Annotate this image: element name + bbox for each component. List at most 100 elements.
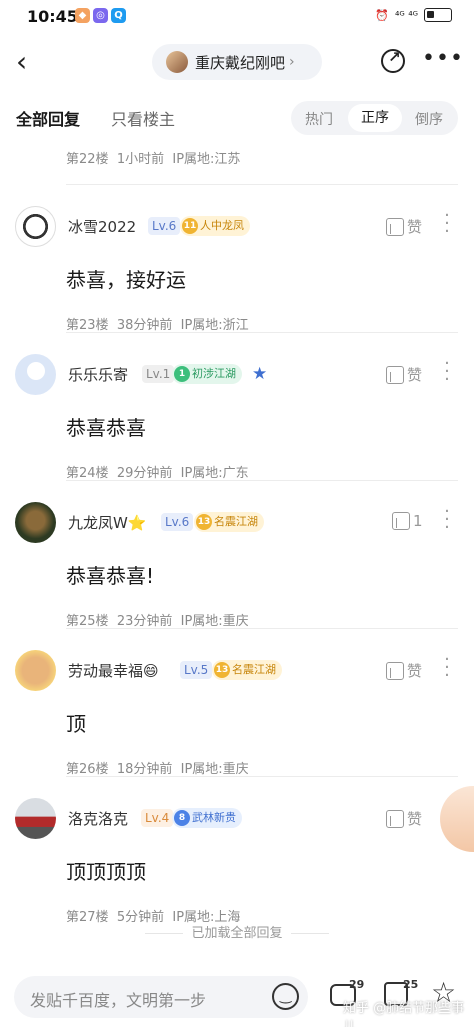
thumb-up-icon (392, 512, 410, 530)
reply-time: 23分钟前 (116, 614, 173, 629)
thumb-up-icon (386, 217, 404, 236)
share-icon[interactable] (381, 48, 405, 73)
medal-icon: ★ (252, 364, 268, 384)
reply-time: 18分钟前 (116, 762, 173, 777)
title-badge: 11 人中龙凤 (180, 216, 250, 236)
username[interactable]: 冰雪2022 (68, 216, 136, 237)
avatar[interactable] (15, 798, 56, 839)
battery-icon (424, 8, 452, 22)
like-count: 25 (403, 978, 419, 991)
app-notification-icon: ◎ (93, 8, 108, 23)
reply-input[interactable]: 发贴千百度，文明第一步 (14, 976, 308, 1018)
tab-owner-only[interactable]: 只看楼主 (111, 106, 175, 130)
signal-icon: ⁴ᴳ ⁴ᴳ (394, 8, 418, 22)
reply-content: 恭喜，接好运 (66, 268, 186, 292)
forum-entry-button[interactable]: 重庆戴纪刚吧 › (152, 44, 322, 80)
reply-item: 洛克洛克 Lv.4 8 武林新贵 赞 顶顶顶顶 第27楼 5分钟前 IP属地:上海 (0, 778, 474, 926)
reply-item: 劳动最幸福😄 Lv.5 13 名震江湖 赞 · · · 顶 第26楼 18分钟前 IP… (0, 630, 474, 778)
like-label: 赞 (407, 218, 423, 236)
thumb-up-icon (386, 661, 404, 680)
kebab-icon[interactable]: · · · (444, 207, 450, 241)
emoji-icon[interactable] (272, 983, 299, 1010)
sort-asc-option[interactable]: 正序 (348, 104, 402, 132)
floor-meta: 第26楼 18分钟前 IP属地:重庆 (66, 758, 249, 777)
ip-location: IP属地:江苏 (172, 152, 241, 167)
ip-location: IP属地:浙江 (180, 318, 249, 333)
like-label: 赞 (407, 810, 423, 828)
comment-count: 29 (349, 978, 365, 991)
username[interactable]: 乐乐乐寄 (68, 364, 128, 385)
floor-number: 第23楼 (66, 318, 109, 333)
level-badge: Lv.6 (161, 513, 194, 531)
level-badge: Lv.4 (141, 809, 174, 827)
badge-text: 名震江湖 (232, 663, 276, 676)
kebab-icon[interactable]: · · · (444, 503, 450, 537)
divider (66, 184, 458, 185)
like-button[interactable]: 赞 (386, 364, 422, 385)
reply-time: 1小时前 (116, 152, 165, 167)
floor-meta: 第23楼 38分钟前 IP属地:浙江 (66, 314, 249, 333)
like-button[interactable]: 1 (392, 512, 423, 530)
username[interactable]: 九龙凤W⭐ (68, 512, 147, 533)
like-button[interactable]: 赞 (386, 660, 422, 681)
badge-number: 11 (182, 218, 198, 234)
ip-location: IP属地:广东 (180, 466, 249, 481)
title-badge: 13 名震江湖 (194, 512, 264, 532)
reply-item: 九龙凤W⭐ Lv.6 13 名震江湖 1 · · · 恭喜恭喜! 第25楼 23分钟前… (0, 482, 474, 630)
avatar[interactable] (15, 354, 56, 395)
floor-meta: 第24楼 29分钟前 IP属地:广东 (66, 462, 249, 481)
loaded-label: 已加载全部回复 (191, 926, 283, 941)
like-count: 1 (413, 512, 423, 530)
avatar[interactable] (15, 206, 56, 247)
divider (66, 628, 458, 629)
bottom-bar: 发贴千百度，文明第一步 29 25 ☆ 知乎 @肺结节那些事儿 (0, 960, 474, 1027)
sort-toggle: 热门 正序 倒序 (291, 101, 458, 135)
divider (66, 332, 458, 333)
like-button[interactable]: 赞 (386, 216, 422, 237)
kebab-icon[interactable]: · · · (444, 355, 450, 389)
reply-content: 恭喜恭喜 (66, 416, 146, 440)
title-badge: 13 名震江湖 (212, 660, 282, 680)
badge-text: 名震江湖 (214, 515, 258, 528)
avatar[interactable] (15, 650, 56, 691)
level-badge: Lv.1 (142, 365, 175, 383)
more-icon[interactable]: ••• (422, 46, 464, 71)
kebab-icon[interactable]: · · · (444, 651, 450, 685)
sort-desc-option[interactable]: 倒序 (415, 109, 443, 129)
status-bar: 10:45 ◆ ◎ Q ⏰ ⁴ᴳ ⁴ᴳ (0, 0, 474, 34)
username[interactable]: 洛克洛克 (68, 808, 128, 829)
sort-hot-option[interactable]: 热门 (305, 109, 333, 129)
level-badge: Lv.6 (148, 217, 181, 235)
level-badge: Lv.5 (180, 661, 213, 679)
chevron-right-icon: › (289, 54, 295, 70)
badge-text: 人中龙凤 (200, 219, 244, 232)
reply-content: 顶顶顶顶 (66, 860, 146, 884)
floor-number: 第22楼 (66, 152, 109, 167)
status-right: ⏰ ⁴ᴳ ⁴ᴳ (375, 8, 452, 22)
floor-meta: 第25楼 23分钟前 IP属地:重庆 (66, 610, 249, 629)
alarm-icon: ⏰ (375, 8, 389, 22)
forum-avatar (166, 51, 188, 73)
like-button[interactable]: 赞 (386, 808, 422, 829)
loaded-all-text: 已加载全部回复 (0, 922, 474, 941)
badge-number: 8 (174, 810, 190, 826)
floor-number: 第24楼 (66, 466, 109, 481)
ip-location: IP属地:重庆 (180, 614, 249, 629)
divider (66, 480, 458, 481)
title-badge: 8 武林新贵 (172, 808, 242, 828)
back-icon[interactable]: ‹ (16, 48, 27, 76)
badge-number: 13 (196, 514, 212, 530)
top-nav: ‹ 重庆戴纪刚吧 › ••• (0, 40, 474, 84)
username[interactable]: 劳动最幸福😄 (68, 660, 159, 681)
like-label: 赞 (407, 366, 423, 384)
thumb-up-icon (386, 809, 404, 828)
avatar[interactable] (15, 502, 56, 543)
forum-name: 重庆戴纪刚吧 (195, 53, 286, 72)
badge-text: 初涉江湖 (192, 367, 236, 380)
floor-number: 第26楼 (66, 762, 109, 777)
tab-all-replies[interactable]: 全部回复 (16, 106, 80, 130)
badge-text: 武林新贵 (192, 811, 236, 824)
badge-number: 1 (174, 366, 190, 382)
title-badge: 1 初涉江湖 (172, 364, 242, 384)
reply-time: 38分钟前 (116, 318, 173, 333)
